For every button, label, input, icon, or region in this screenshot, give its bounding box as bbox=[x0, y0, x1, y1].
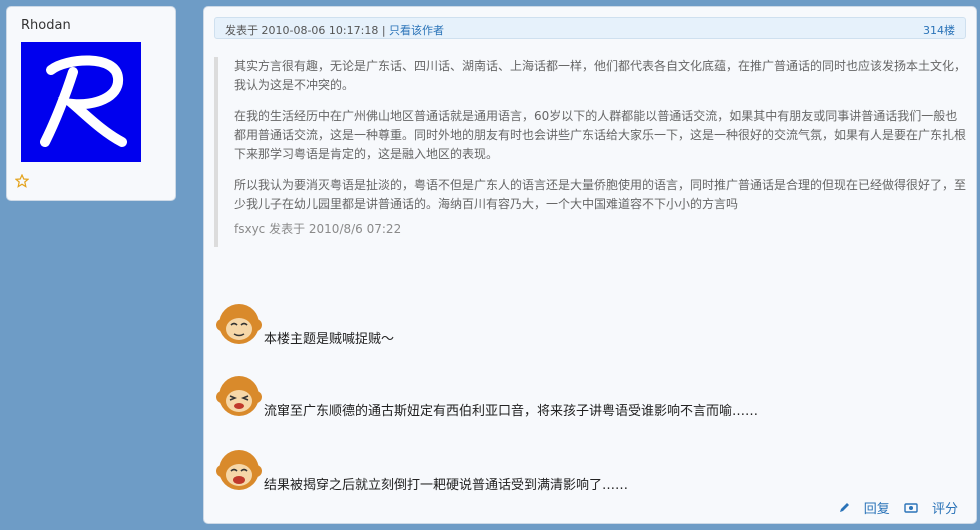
rate-label: 评分 bbox=[931, 502, 958, 517]
post-line-text: 结果被揭穿之后就立刻倒打一耙硬说普通话受到满清影响了…… bbox=[264, 478, 629, 493]
quote-paragraph: 在我的生活经历中在广州佛山地区普通话就是通用语言，60岁以下的人群都能以普通话交… bbox=[234, 109, 967, 161]
monkey-laughing-icon bbox=[216, 450, 262, 490]
post-line-text: 本楼主题是贼喊捉贼～ bbox=[264, 332, 395, 347]
post-line-text: 流窜至广东顺德的通古斯妞定有西伯利亚口音，将来孩子讲粤语受谁影响不言而喻…… bbox=[264, 404, 759, 419]
monkey-laughing-icon bbox=[216, 376, 262, 416]
rate-button[interactable]: 评分 bbox=[904, 502, 958, 517]
quote-paragraph: 所以我认为要消灭粤语是扯淡的，粤语不但是广东人的语言还是大量侨胞使用的语言，同时… bbox=[234, 178, 967, 211]
post-line: 流窜至广东顺德的通古斯妞定有西伯利亚口音，将来孩子讲粤语受谁影响不言而喻…… bbox=[214, 369, 758, 419]
floor-number[interactable]: 314楼 bbox=[923, 22, 955, 38]
header-separator: | bbox=[381, 24, 386, 37]
avatar[interactable] bbox=[21, 42, 141, 162]
post-line: 本楼主题是贼喊捉贼～ bbox=[214, 297, 394, 347]
monkey-emoji-icon bbox=[216, 304, 262, 344]
star-outline-icon bbox=[15, 174, 29, 188]
reply-label: 回复 bbox=[863, 502, 890, 517]
rate-icon bbox=[904, 503, 918, 513]
post-line: 结果被揭穿之后就立刻倒打一耙硬说普通话受到满清影响了…… bbox=[214, 443, 628, 493]
quote-paragraph: 其实方言很有趣，无论是广东话、四川话、湖南话、上海话都一样，他们都代表各自文化底… bbox=[234, 59, 967, 92]
posted-prefix: 发表于 bbox=[225, 24, 258, 37]
user-card: Rhodan bbox=[6, 6, 176, 201]
quote-footer: fsxyc 发表于 2010/8/6 07:22 bbox=[234, 222, 402, 236]
pencil-icon bbox=[839, 503, 849, 512]
username[interactable]: Rhodan bbox=[21, 18, 71, 33]
post: 发表于 2010-08-06 10:17:18 | 只看该作者 314楼 其实方… bbox=[203, 6, 977, 524]
quote-block: 其实方言很有趣，无论是广东话、四川话、湖南话、上海话都一样，他们都代表各自文化底… bbox=[214, 57, 966, 247]
only-author-link[interactable]: 只看该作者 bbox=[389, 24, 444, 37]
post-actions: 回复 评分 bbox=[828, 498, 958, 517]
post-timestamp: 2010-08-06 10:17:18 bbox=[261, 24, 379, 37]
post-header: 发表于 2010-08-06 10:17:18 | 只看该作者 314楼 bbox=[214, 17, 966, 39]
reply-button[interactable]: 回复 bbox=[838, 502, 894, 517]
